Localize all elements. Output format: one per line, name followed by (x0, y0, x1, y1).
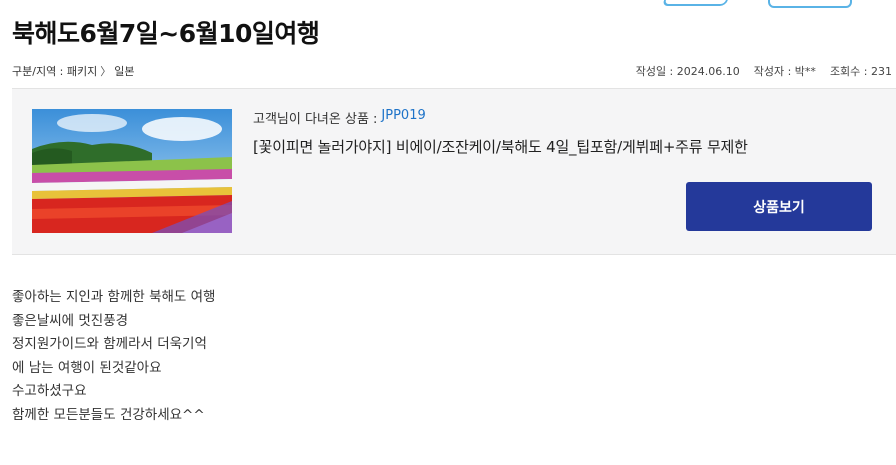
decorative-shape-left (661, 0, 731, 6)
product-code-label: 고객님이 다녀온 상품 : (253, 112, 378, 127)
post-date: 작성일 : 2024.06.10 (635, 65, 740, 78)
category-label: 구분/지역 : 패키지 (12, 65, 98, 78)
product-thumbnail[interactable] (32, 109, 232, 233)
post-views: 조회수 : 231 (829, 65, 892, 78)
product-code-link[interactable]: JPP019 (381, 108, 425, 127)
breadcrumb: 구분/지역 : 패키지 〉 일본 (12, 63, 135, 79)
review-line: 좋아하는 지인과 함께한 북해도 여행 (12, 289, 216, 305)
flower-field-image (32, 109, 232, 233)
review-line: 정지원가이드와 함께라서 더욱기억 (12, 336, 207, 353)
view-product-button[interactable]: 상품보기 (686, 182, 872, 231)
product-code-line: 고객님이 다녀온 상품 : JPP019 (253, 108, 748, 127)
region-label: 일본 (114, 65, 135, 78)
product-info: 고객님이 다녀온 상품 : JPP019 [꽃이피면 놀러가야지] 비에이/조잔… (253, 108, 748, 157)
page-title: 북해도6월7일~6월10일여행 (12, 19, 320, 48)
post-meta: 작성일 : 2024.06.10 작성자 : 박** 조회수 : 231 (636, 63, 892, 79)
review-line: 수고하셨구요 (12, 383, 87, 400)
chevron-right-icon: 〉 (100, 65, 112, 78)
product-name[interactable]: [꽃이피면 놀러가야지] 비에이/조잔케이/북해도 4일_팁포함/게뷔페+주류 … (253, 136, 748, 157)
post-author: 작성자 : 박** (753, 65, 816, 78)
review-line: 함께한 모든분들도 건강하세요^^ (12, 406, 205, 423)
decorative-shape-right (768, 0, 852, 8)
review-body: 좋아하는 지인과 함께한 북해도 여행 좋은날씨에 멋진풍경 정지원가이드와 함… (12, 286, 215, 428)
review-line: 좋은날씨에 멋진풍경 (12, 312, 129, 329)
product-card: 고객님이 다녀온 상품 : JPP019 [꽃이피면 놀러가야지] 비에이/조잔… (12, 88, 896, 255)
review-line: 에 남는 여행이 된것같아요 (12, 359, 162, 376)
